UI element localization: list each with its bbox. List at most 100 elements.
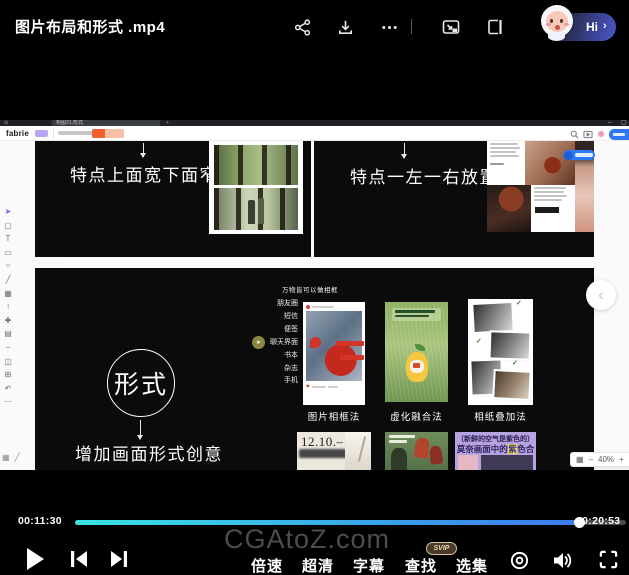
glitch-text <box>299 449 347 458</box>
share-icon[interactable] <box>291 16 313 38</box>
panel-collapse-button[interactable]: ‹ <box>586 280 616 310</box>
whiteboard-canvas[interactable]: ➤ ▢ T ▭ ○ ╱ ▦ ↑ ✚ ▤ − ◫ ⊞ ↶ ⋯ ▦╱ 特点上面宽下面… <box>0 141 629 470</box>
avatar-blush <box>564 23 569 26</box>
app-toolbar: fabrie <box>0 126 629 141</box>
video-content-frame: ⊞ 构图21.形式 + – ▢ fabrie <box>0 120 629 470</box>
fabrie-logo[interactable]: fabrie <box>6 129 29 138</box>
undo-tool-icon[interactable]: ↶ <box>5 382 12 396</box>
keyword: 书本 <box>235 350 298 363</box>
interior-photo <box>345 432 371 470</box>
volume-icon[interactable] <box>551 550 573 571</box>
ellipse-tool-icon[interactable]: ○ <box>6 259 11 273</box>
more-icon[interactable] <box>378 16 400 38</box>
text-line <box>328 386 338 388</box>
slide-text: 特点一左一右放置 <box>350 163 498 188</box>
invite-badge[interactable] <box>92 129 124 138</box>
assistant-avatar[interactable] <box>538 4 576 42</box>
select-tool-icon[interactable]: ➤ <box>5 205 12 219</box>
current-time: 00:11:30 <box>18 515 62 527</box>
method-card-frame: ♥ <box>303 302 365 405</box>
bw-photo <box>473 303 512 332</box>
method-caption: 相纸叠加法 <box>468 409 533 423</box>
slide-top-right[interactable]: 特点一左一右放置 <box>314 141 594 257</box>
assistant-label: Hi <box>586 20 598 34</box>
down-arrow <box>404 143 405 158</box>
avatar-dot <box>306 305 310 309</box>
subtitle-button[interactable]: 字幕 <box>353 555 385 575</box>
pages-icon: ▦ <box>2 453 10 462</box>
video-player: 图片布局和形式 .mp4 Hi › <box>0 0 629 575</box>
connector-tool-icon[interactable]: − <box>6 341 11 355</box>
rect-tool-icon[interactable]: ▭ <box>4 246 12 260</box>
keyword: 便签 <box>235 324 298 337</box>
slide-top-left[interactable]: 特点上面宽下面窄 <box>35 141 311 257</box>
keyword: 杂志 <box>235 363 298 376</box>
tool-palette[interactable]: ➤ ▢ T ▭ ○ ╱ ▦ ↑ ✚ ▤ − ◫ ⊞ ↶ ⋯ <box>2 205 14 409</box>
previous-button[interactable] <box>69 550 89 568</box>
note-tool-icon[interactable]: ▤ <box>4 327 12 341</box>
figure <box>391 448 407 470</box>
mini-player-icon[interactable] <box>484 16 506 38</box>
titlebar-divider <box>411 19 412 34</box>
figure <box>258 198 264 224</box>
figure <box>248 200 255 224</box>
layout-tool-icon[interactable]: ◫ <box>4 355 12 369</box>
text-panel <box>531 185 575 232</box>
download-icon[interactable] <box>334 16 356 38</box>
fit-view-icon[interactable]: ▦ <box>576 455 584 464</box>
garden-photo-wide <box>214 145 298 185</box>
next-button[interactable] <box>109 550 129 568</box>
svip-badge: SVIP <box>426 542 457 555</box>
down-arrow <box>140 420 141 439</box>
avatar-eye <box>560 19 563 23</box>
check-mark: ✓ <box>512 359 518 367</box>
table-tool-icon[interactable]: ▦ <box>4 287 12 301</box>
slide-main[interactable]: 万物皆可以做相框 朋友圈 短信 便签 聊天界面 书本 杂志 手机 形式 增加画面… <box>35 268 594 470</box>
zoom-level[interactable]: 40% <box>598 455 614 464</box>
keyword: 朋友圈 <box>235 298 298 311</box>
figure-red-jacket <box>414 437 431 459</box>
user-avatar[interactable] <box>597 130 605 138</box>
slide-text: 特点上面宽下面窄 <box>70 161 218 186</box>
quality-button[interactable]: 超清 <box>302 555 334 575</box>
frame-tool-icon[interactable]: ▢ <box>4 219 12 233</box>
more-tools-icon[interactable]: ⋯ <box>4 395 12 409</box>
zoom-in-button[interactable]: + <box>619 455 624 464</box>
garden-photo-narrow <box>214 188 298 230</box>
zoom-out-button[interactable]: – <box>589 455 593 464</box>
shape-tool-icon[interactable]: ✚ <box>5 314 12 328</box>
draw-icon: ╱ <box>15 453 20 462</box>
avatar-eye <box>550 19 553 23</box>
poster-text <box>392 308 441 321</box>
find-button[interactable]: 查找 <box>405 555 437 575</box>
keyword: 聊天界面 <box>235 337 298 350</box>
fullscreen-icon[interactable] <box>599 550 618 569</box>
collaborator-label <box>563 150 595 160</box>
mascot <box>405 344 429 384</box>
photo-block <box>458 455 478 470</box>
check-mark: ✓ <box>516 299 522 307</box>
play-button[interactable] <box>27 548 44 570</box>
app-share-button[interactable] <box>609 129 629 140</box>
episodes-button[interactable]: 选集 <box>456 555 488 575</box>
slide-heading: 万物皆可以做相框 <box>275 284 345 294</box>
red-dress-photo <box>306 311 362 381</box>
line-tool-icon[interactable]: ╱ <box>6 273 11 287</box>
page-tools[interactable]: ▦╱ <box>2 453 26 462</box>
settings-icon[interactable] <box>509 550 530 571</box>
speed-button[interactable]: 倍速 <box>251 555 283 575</box>
search-icon[interactable] <box>570 130 579 139</box>
present-icon[interactable] <box>583 130 593 139</box>
caption-chip <box>340 355 364 360</box>
upload-tool-icon[interactable]: ↑ <box>6 300 10 314</box>
concept-circle: 形式 <box>107 349 175 417</box>
keyword-list: 朋友圈 短信 便签 聊天界面 书本 杂志 手机 <box>235 298 298 388</box>
toolbar-divider <box>53 129 54 138</box>
grid-tool-icon[interactable]: ⊞ <box>5 368 12 382</box>
sepia-photo <box>494 371 529 399</box>
caption-chip <box>336 341 364 346</box>
picture-in-picture-icon[interactable] <box>440 16 462 38</box>
cosmetics-collage <box>487 141 575 232</box>
avatar-mouth <box>555 25 560 30</box>
text-tool-icon[interactable]: T <box>6 232 11 246</box>
